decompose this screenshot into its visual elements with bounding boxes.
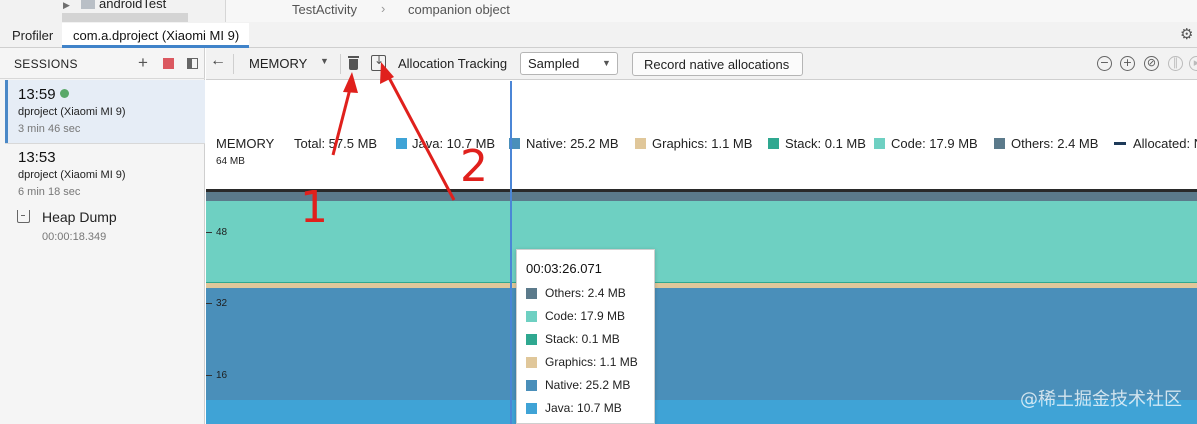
tooltip-row-code: Code: 17.9 MB <box>545 309 626 323</box>
session-time[interactable]: 13:53 <box>18 149 56 166</box>
legend-swatch-allocated <box>1114 142 1126 145</box>
annotation-number-1: 1 <box>300 182 328 233</box>
tooltip-row-others: Others: 2.4 MB <box>545 286 626 300</box>
stop-session-button[interactable] <box>163 58 174 69</box>
tooltip-swatch-code <box>526 311 537 322</box>
legend-total: Total: 57.5 MB <box>294 136 378 151</box>
legend-swatch-java <box>396 138 407 149</box>
reset-zoom-icon[interactable]: ⊘ <box>1144 56 1159 71</box>
tooltip-swatch-graphics <box>526 357 537 368</box>
legend-graphics: Graphics: 1.1 MB <box>652 136 753 151</box>
area-code[interactable] <box>206 201 1197 282</box>
dump-java-heap-icon[interactable] <box>371 53 386 71</box>
tooltip-row-native: Native: 25.2 MB <box>545 378 631 392</box>
divider <box>5 143 205 144</box>
collapse-panel-button[interactable] <box>187 58 198 69</box>
tree-item-label[interactable]: androidTest <box>99 0 166 11</box>
area-native[interactable] <box>206 288 1197 400</box>
go-live-icon[interactable]: ▸ <box>1189 56 1197 71</box>
divider <box>340 54 341 74</box>
heap-dump-time: 00:00:18.349 <box>42 231 107 243</box>
legend-stack: Stack: 0.1 MB <box>785 136 866 151</box>
annotation-number-2: 2 <box>460 141 488 192</box>
legend-allocated: Allocated: N <box>1133 136 1197 151</box>
zoom-out-icon[interactable]: − <box>1097 56 1112 71</box>
axis-tick-label: 32 <box>216 298 228 309</box>
tooltip-row-stack: Stack: 0.1 MB <box>545 332 620 346</box>
axis-tick <box>206 303 212 304</box>
event-timeline[interactable] <box>206 81 1197 133</box>
tooltip-swatch-java <box>526 403 537 414</box>
legend-swatch-others <box>994 138 1005 149</box>
profiler-select[interactable]: MEMORY <box>249 56 307 71</box>
axis-tick <box>206 375 212 376</box>
tab-profiler[interactable]: Profiler <box>12 28 53 43</box>
tooltip-row-graphics: Graphics: 1.1 MB <box>545 355 638 369</box>
session-time: 13:59 <box>18 86 56 103</box>
time-cursor-line <box>510 81 512 424</box>
pause-live-icon[interactable]: ∥ <box>1168 56 1183 71</box>
breadcrumb-class[interactable]: TestActivity <box>292 2 357 17</box>
session-duration: 3 min 46 sec <box>18 123 81 135</box>
tooltip-swatch-others <box>526 288 537 299</box>
axis-tick-label: 48 <box>216 227 228 238</box>
axis-tick <box>206 232 212 233</box>
session-duration: 6 min 18 sec <box>18 186 81 198</box>
legend-swatch-stack <box>768 138 779 149</box>
axis-tick-label: 16 <box>216 370 228 381</box>
legend-others: Others: 2.4 MB <box>1011 136 1099 151</box>
breadcrumb-member[interactable]: companion object <box>408 2 510 17</box>
session-name[interactable]: dproject (Xiaomi MI 9) <box>18 169 126 181</box>
sessions-title: SESSIONS <box>14 57 78 71</box>
editor-breadcrumb-bar <box>226 0 1197 22</box>
zoom-in-icon[interactable]: + <box>1120 56 1135 71</box>
legend-swatch-code <box>874 138 885 149</box>
legend-swatch-graphics <box>635 138 646 149</box>
tooltip-time: 00:03:26.071 <box>526 261 602 276</box>
tab-device-session[interactable]: com.a.dproject (Xiaomi MI 9) <box>62 23 250 48</box>
legend-title: MEMORY <box>216 136 275 151</box>
watermark: @稀土掘金技术社区 <box>1020 389 1182 410</box>
record-native-allocations-button[interactable]: Record native allocations <box>632 52 803 76</box>
expand-arrow-icon[interactable]: ▶ <box>63 0 70 11</box>
tree-row-highlight <box>62 13 188 22</box>
trash-icon[interactable] <box>347 56 359 70</box>
area-others[interactable] <box>206 192 1197 201</box>
gear-icon[interactable]: ⚙ <box>1180 25 1193 43</box>
add-session-button[interactable]: + <box>138 53 148 73</box>
axis-max-label: 64 MB <box>216 156 245 167</box>
heap-dump-icon <box>17 210 30 223</box>
tooltip-swatch-native <box>526 380 537 391</box>
tooltip-swatch-stack <box>526 334 537 345</box>
session-name: dproject (Xiaomi MI 9) <box>18 106 126 118</box>
back-arrow-icon[interactable]: ← <box>210 52 226 70</box>
legend-code: Code: 17.9 MB <box>891 136 978 151</box>
allocation-tracking-label: Allocation Tracking <box>398 56 508 71</box>
chevron-down-icon[interactable]: ▼ <box>320 56 329 66</box>
tooltip-row-java: Java: 10.7 MB <box>545 401 622 415</box>
breadcrumb-separator: › <box>381 1 386 16</box>
legend-native: Native: 25.2 MB <box>526 136 619 151</box>
divider <box>233 54 234 74</box>
heap-dump-title[interactable]: Heap Dump <box>42 209 117 225</box>
folder-icon <box>81 0 95 9</box>
chevron-down-icon[interactable]: ▼ <box>602 58 611 68</box>
live-status-dot <box>60 89 69 98</box>
